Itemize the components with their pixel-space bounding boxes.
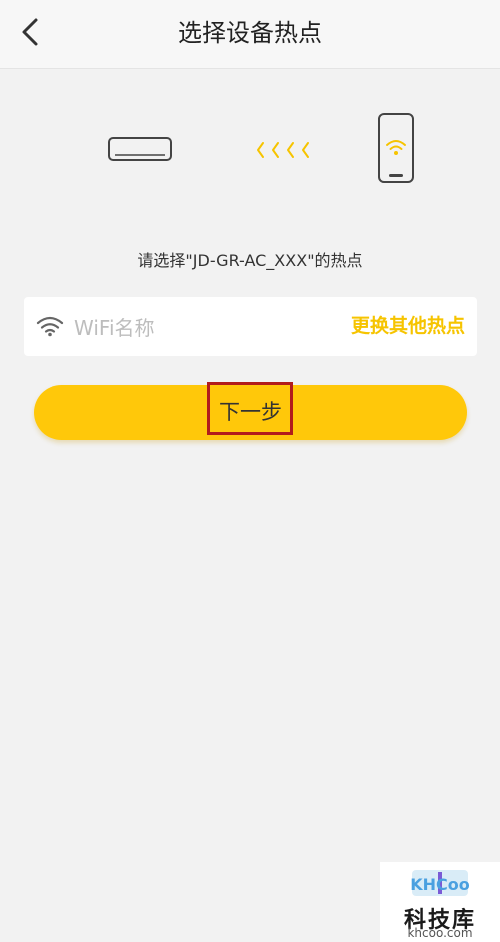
wifi-selection-row: 更换其他热点 xyxy=(24,297,477,356)
highlight-box xyxy=(207,382,293,435)
svg-text:KHCoo: KHCoo xyxy=(410,875,470,894)
air-conditioner-icon xyxy=(108,137,172,161)
khcoo-logo: KHCoo xyxy=(410,870,470,896)
next-step-button[interactable]: 下一步 xyxy=(34,382,467,440)
chevrons-left-icon xyxy=(257,142,309,158)
wifi-name-input[interactable] xyxy=(72,307,316,349)
page-title: 选择设备热点 xyxy=(178,19,322,47)
wifi-icon xyxy=(36,316,64,337)
header-bar: 选择设备热点 xyxy=(0,0,500,69)
change-hotspot-link[interactable]: 更换其他热点 xyxy=(351,297,465,356)
instruction-text: 请选择"JD-GR-AC_XXX"的热点 xyxy=(137,251,363,270)
watermark-url: khcoo.com xyxy=(407,926,473,940)
phone-wifi-icon xyxy=(378,113,414,183)
watermark: KHCoo 科技库 khcoo.com xyxy=(380,862,500,942)
